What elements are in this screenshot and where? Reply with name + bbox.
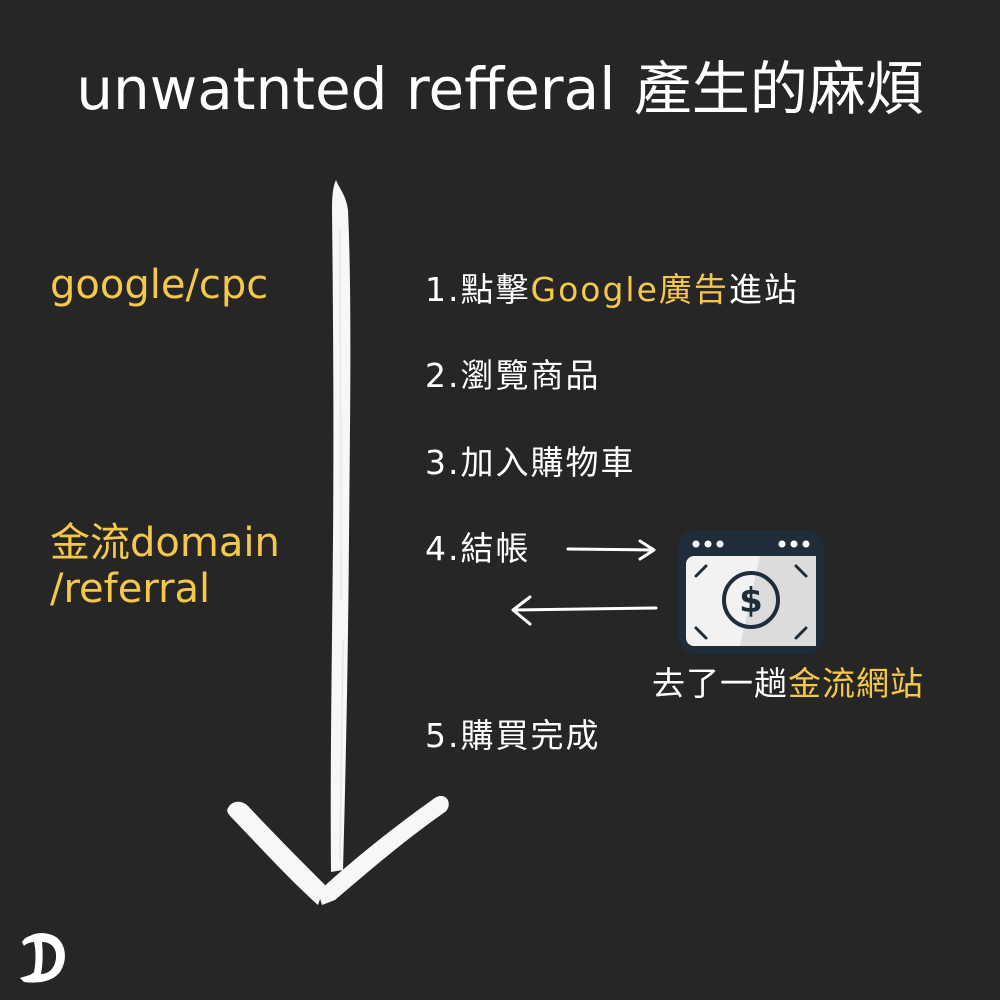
arrow-from-payment	[511, 595, 658, 626]
svg-text:$: $	[739, 581, 763, 621]
payment-window-dollar-icon: $	[678, 530, 824, 654]
diagram-graphics: $	[227, 180, 824, 905]
timeline-arrow	[227, 180, 449, 905]
d-logo-icon	[20, 933, 65, 983]
arrow-to-payment	[566, 539, 656, 561]
